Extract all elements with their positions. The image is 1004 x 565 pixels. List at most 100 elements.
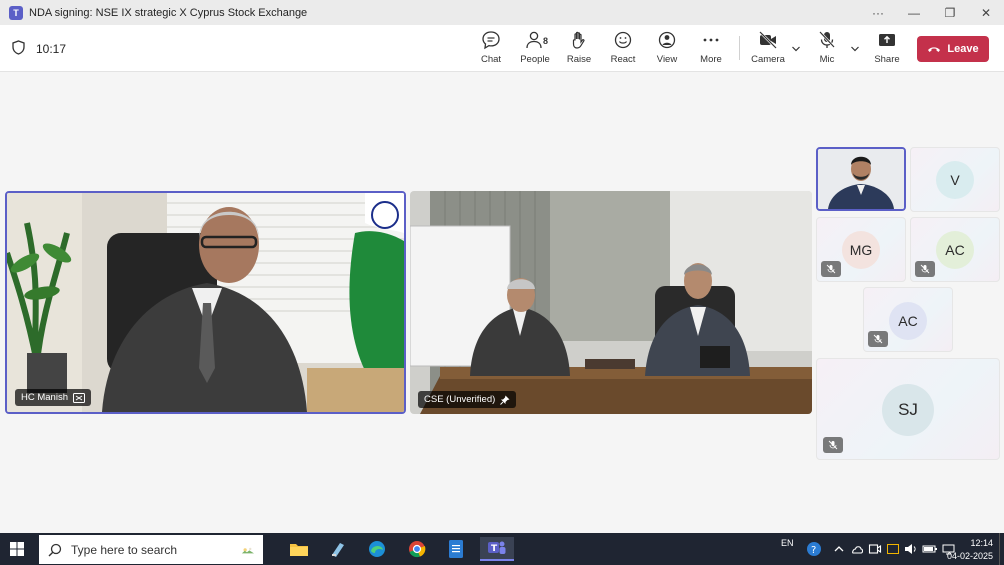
- minimize-button[interactable]: —: [896, 6, 932, 20]
- raise-hand-icon: [572, 31, 585, 49]
- smiley-icon: [614, 31, 632, 49]
- share-label: Share: [874, 54, 900, 65]
- file-explorer-icon[interactable]: [286, 537, 312, 561]
- participant-tile-v[interactable]: V: [910, 147, 1000, 212]
- share-button[interactable]: Share: [865, 30, 909, 68]
- muted-indicator: [915, 261, 935, 277]
- meet-now-tray-icon[interactable]: [868, 542, 882, 556]
- hang-up-icon: [928, 47, 941, 52]
- meeting-timer: 10:17: [36, 42, 67, 56]
- restore-button[interactable]: ❐: [932, 6, 968, 20]
- security-tray-icon[interactable]: [886, 542, 900, 556]
- pin-icon: [500, 395, 510, 405]
- participant-name: CSE (Unverified): [424, 394, 496, 405]
- share-icon: [879, 34, 895, 46]
- toolbar-divider: [739, 36, 740, 60]
- search-icon: [48, 543, 62, 556]
- meeting-toolbar: 10:17 Chat 8 People Raise React View Mor…: [0, 25, 1004, 72]
- chrome-browser-icon[interactable]: [404, 537, 430, 561]
- self-video-feed: [818, 149, 904, 209]
- participant-tile-mg[interactable]: MG: [816, 217, 906, 282]
- react-label: React: [610, 54, 636, 65]
- camera-label: Camera: [751, 54, 785, 65]
- search-placeholder: Type here to search: [71, 542, 178, 557]
- mic-off-icon: [828, 440, 838, 450]
- teams-app-taskbar-icon[interactable]: T: [480, 537, 514, 561]
- more-label: More: [700, 54, 722, 65]
- chat-label: Chat: [480, 54, 502, 65]
- mic-button[interactable]: Mic: [805, 30, 849, 68]
- mic-off-icon: [826, 264, 836, 274]
- teams-app-icon: T: [9, 5, 23, 20]
- windows-taskbar: Type here to search T EN ? 12:14 04-02-2…: [0, 533, 1004, 565]
- participant-video-feed: [7, 193, 404, 412]
- mic-label: Mic: [819, 54, 835, 65]
- people-label: People: [520, 54, 550, 65]
- view-label: View: [656, 54, 678, 65]
- react-button[interactable]: React: [601, 30, 645, 68]
- avatar: AC: [889, 302, 927, 340]
- mic-off-icon: [819, 31, 835, 48]
- raise-label: Raise: [566, 54, 592, 65]
- svg-text:T: T: [491, 544, 498, 554]
- leave-button[interactable]: Leave: [917, 36, 989, 62]
- shield-icon: [12, 40, 25, 55]
- close-button[interactable]: ✕: [968, 6, 1004, 20]
- video-tile-cse[interactable]: CSE (Unverified): [410, 191, 812, 414]
- conference-room-video-feed: [410, 191, 812, 414]
- people-button[interactable]: 8 People: [513, 30, 557, 68]
- muted-indicator: [821, 261, 841, 277]
- mic-off-icon: [873, 334, 883, 344]
- raise-hand-button[interactable]: Raise: [557, 30, 601, 68]
- notepad-app-icon[interactable]: [325, 537, 351, 561]
- more-icon: [703, 38, 719, 42]
- avatar: SJ: [882, 384, 934, 436]
- self-video-tile[interactable]: [816, 147, 906, 211]
- windows-start-icon[interactable]: [10, 542, 24, 556]
- muted-indicator: [823, 437, 843, 453]
- participant-name-tag: CSE (Unverified): [418, 391, 517, 408]
- participant-tile-sj[interactable]: SJ: [816, 358, 1000, 460]
- camera-button[interactable]: Camera: [746, 30, 790, 68]
- camera-off-icon: [759, 31, 777, 49]
- people-count-badge: 8: [543, 36, 549, 46]
- chat-icon: [482, 31, 500, 50]
- cloud-tray-icon[interactable]: [850, 542, 864, 556]
- screen-share-icon: [73, 392, 85, 403]
- help-tray-icon[interactable]: ?: [806, 541, 822, 557]
- leave-label: Leave: [947, 43, 979, 55]
- taskbar-clock[interactable]: 12:14 04-02-2025: [945, 533, 993, 565]
- chevron-up-icon[interactable]: [832, 542, 846, 556]
- title-bar: T NDA signing: NSE IX strategic X Cyprus…: [0, 0, 1004, 25]
- svg-text:?: ?: [811, 545, 816, 556]
- language-indicator[interactable]: EN: [781, 527, 794, 559]
- mic-options-chevron-icon[interactable]: [850, 44, 860, 54]
- search-highlight-illustration-icon: [241, 547, 254, 553]
- muted-indicator: [868, 331, 888, 347]
- people-icon: [526, 31, 542, 49]
- battery-icon[interactable]: [922, 542, 938, 556]
- video-tile-hc-manish[interactable]: HC Manish: [5, 191, 406, 414]
- participant-name-tag: HC Manish: [15, 389, 91, 406]
- window-title: NDA signing: NSE IX strategic X Cyprus S…: [29, 6, 308, 19]
- view-icon: [658, 31, 676, 49]
- participant-tile-ac[interactable]: AC: [910, 217, 1000, 282]
- word-document-icon[interactable]: [443, 537, 469, 561]
- mic-off-icon: [920, 264, 930, 274]
- clock-date: 04-02-2025: [946, 550, 993, 561]
- clock-time: 12:14: [970, 537, 993, 548]
- chat-button[interactable]: Chat: [469, 30, 513, 68]
- participant-name: HC Manish: [21, 392, 68, 403]
- participant-tile-ac-2[interactable]: AC: [863, 287, 953, 352]
- tray-icons: ?: [806, 533, 956, 565]
- avatar: MG: [842, 231, 880, 269]
- taskbar-search-box[interactable]: Type here to search: [39, 535, 263, 564]
- edge-browser-icon[interactable]: [364, 537, 390, 561]
- camera-options-chevron-icon[interactable]: [791, 44, 801, 54]
- show-desktop-button[interactable]: [999, 533, 1000, 565]
- avatar: AC: [936, 231, 974, 269]
- volume-icon[interactable]: [904, 542, 918, 556]
- view-button[interactable]: View: [645, 30, 689, 68]
- more-button[interactable]: More: [689, 30, 733, 68]
- more-options-icon[interactable]: ···: [860, 6, 896, 20]
